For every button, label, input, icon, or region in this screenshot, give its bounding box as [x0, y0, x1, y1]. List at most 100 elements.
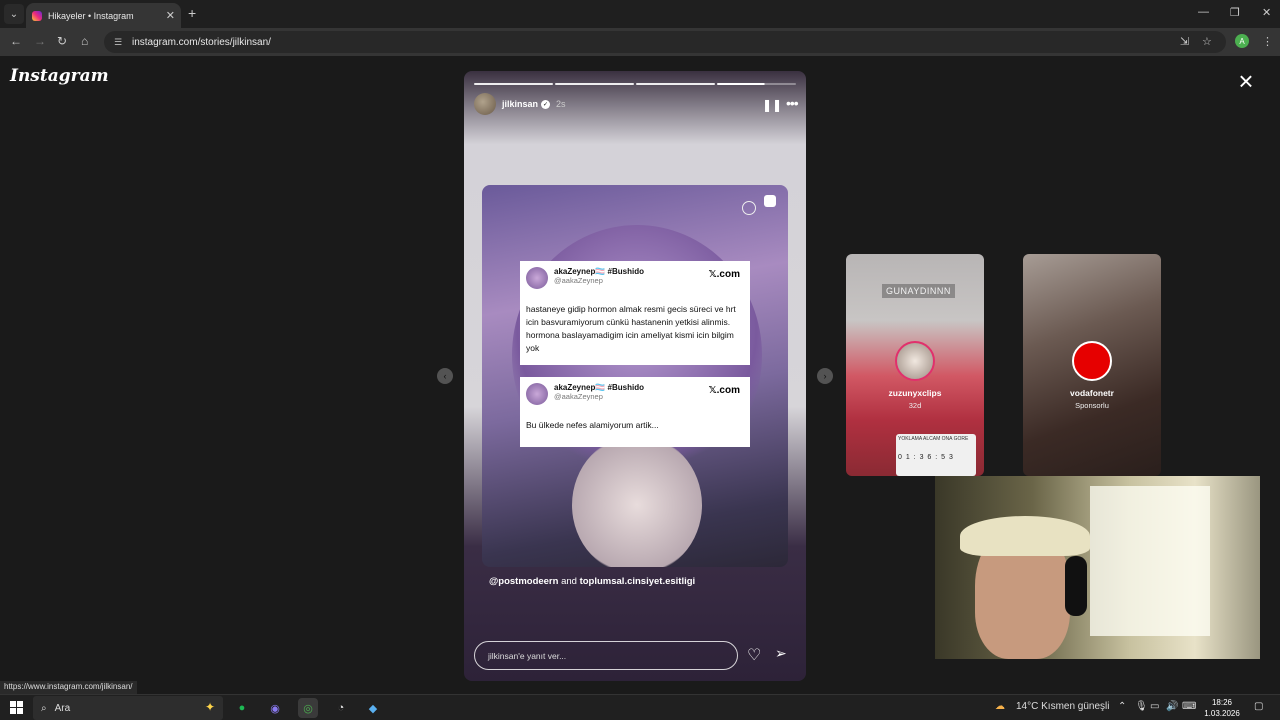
- tweet-avatar: [526, 383, 548, 405]
- windows-start-icon[interactable]: [10, 701, 23, 714]
- home-icon[interactable]: ⌂: [81, 34, 88, 48]
- windows-taskbar: ⌕ Ara ✦ ● ◉ ◎ ◔ ◆ ☁ 14°C Kısmen güneşli …: [0, 694, 1280, 720]
- discord-icon[interactable]: ◉: [265, 698, 285, 718]
- network-icon[interactable]: ▭: [1150, 701, 1159, 712]
- progress-segment: [474, 83, 553, 85]
- x-logo-icon: 𝕏.com: [708, 385, 740, 396]
- volume-icon[interactable]: 🔊: [1166, 701, 1178, 712]
- notifications-icon[interactable]: ▢: [1254, 701, 1263, 712]
- tray-chevron-icon[interactable]: ⌃: [1118, 701, 1126, 712]
- progress-segment: [555, 83, 634, 85]
- tab-search-button[interactable]: ⌄: [4, 4, 24, 24]
- anime-face: [572, 435, 702, 567]
- instagram-logo[interactable]: Instagram: [10, 66, 109, 86]
- tab-close-icon[interactable]: ✕: [166, 9, 175, 22]
- mention-link[interactable]: @postmodeern: [489, 576, 558, 587]
- weather-text[interactable]: 14°C Kısmen güneşli: [1016, 701, 1110, 712]
- new-tab-button[interactable]: +: [188, 5, 196, 21]
- tweet-card: akaZeynep🏳️‍⚧️ #Bushido @aakaZeynep 𝕏.co…: [520, 377, 750, 447]
- tweet-handle: @aakaZeynep: [554, 392, 603, 401]
- mention-link[interactable]: toplumsal.cinsiyet.esitligi: [580, 576, 696, 587]
- story-username[interactable]: jilkinsan: [502, 99, 538, 109]
- tab-title: Hikayeler • Instagram: [48, 10, 134, 21]
- clock-time: 18:26: [1211, 698, 1233, 707]
- tab-instagram-stories[interactable]: Hikayeler • Instagram ✕: [26, 3, 181, 28]
- sticker-title: YOKLAMA ALCAM ONA GORE: [898, 436, 969, 442]
- previous-story-icon[interactable]: ‹: [437, 368, 453, 384]
- multiple-images-icon: [764, 195, 776, 207]
- story-time: 2s: [556, 99, 566, 109]
- browser-menu-icon[interactable]: ⋮: [1262, 35, 1273, 48]
- close-story-icon[interactable]: ×: [1234, 68, 1258, 94]
- chrome-icon[interactable]: ◎: [298, 698, 318, 718]
- instagram-favicon-icon: [32, 10, 42, 21]
- spotify-icon[interactable]: ●: [232, 698, 252, 718]
- search-icon: ⌕: [41, 702, 47, 714]
- tweet-handle: @aakaZeynep: [554, 276, 603, 285]
- progress-segment: [636, 83, 715, 85]
- story-preview-zuzunyxclips[interactable]: GUNAYDINNN zuzunyxclips 32d YOKLAMA ALCA…: [846, 254, 984, 476]
- app-icon[interactable]: ◆: [363, 698, 383, 718]
- site-info-icon[interactable]: ☰: [112, 36, 124, 48]
- tweet-text: hastaneye gidip hormon almak resmi gecis…: [526, 304, 736, 353]
- clock-date: 1.03.2026: [1204, 709, 1240, 718]
- webcam-window-light: [1090, 486, 1210, 636]
- forward-icon[interactable]: →: [34, 34, 46, 48]
- webcam-headset: [1065, 556, 1087, 616]
- tweet-avatar: [526, 267, 548, 289]
- more-options-icon[interactable]: •••: [786, 95, 799, 111]
- tweet-card: akaZeynep🏳️‍⚧️ #Bushido @aakaZeynep 𝕏.co…: [520, 261, 750, 365]
- taskbar-clock[interactable]: 18:26 1.03.2026: [1200, 697, 1244, 719]
- active-story[interactable]: jilkinsan ✓ 2s ❚❚ ••• akaZeynep🏳️‍⚧️ #Bu…: [464, 71, 806, 681]
- close-window-icon[interactable]: ✕: [1262, 6, 1271, 19]
- preview-username: zuzunyxclips: [888, 388, 942, 398]
- address-url: instagram.com/stories/jilkinsan/: [132, 36, 271, 48]
- back-icon[interactable]: ←: [10, 34, 22, 48]
- progress-segment-current: [717, 83, 796, 85]
- obs-icon[interactable]: ◔: [331, 698, 351, 718]
- story-image: akaZeynep🏳️‍⚧️ #Bushido @aakaZeynep 𝕏.co…: [482, 185, 788, 567]
- mute-icon[interactable]: [742, 201, 756, 215]
- vodafone-logo-icon: [1072, 341, 1112, 381]
- restore-icon[interactable]: ❐: [1230, 6, 1240, 19]
- x-logo-icon: 𝕏.com: [708, 269, 740, 280]
- next-story-icon[interactable]: ›: [817, 368, 833, 384]
- story-reply-input[interactable]: jilkinsan'e yanıt ver...: [474, 641, 738, 670]
- search-highlight-icon: ✦: [204, 700, 215, 714]
- webcam-person-cap: [960, 516, 1090, 556]
- search-placeholder: Ara: [54, 702, 71, 714]
- link-status-bar: https://www.instagram.com/jilkinsan/: [0, 681, 137, 694]
- story-author-avatar[interactable]: [474, 93, 496, 115]
- install-app-icon[interactable]: ⇲: [1180, 35, 1189, 48]
- preview-sponsored: Sponsorlu: [1075, 401, 1109, 410]
- story-progress: [474, 83, 796, 85]
- like-heart-icon[interactable]: ♡: [747, 645, 761, 665]
- story-preview-vodafonetr[interactable]: vodafonetr Sponsorlu: [1023, 254, 1161, 476]
- browser-toolbar: ← → ↻ ⌂ ☰ instagram.com/stories/jilkinsa…: [0, 28, 1280, 56]
- preview-caption: GUNAYDINNN: [882, 284, 955, 298]
- story-header: jilkinsan ✓ 2s ❚❚ •••: [474, 93, 799, 115]
- reload-icon[interactable]: ↻: [57, 34, 67, 48]
- preview-time: 32d: [908, 401, 922, 410]
- story-mentions: @postmodeern and toplumsal.cinsiyet.esit…: [489, 576, 695, 587]
- preview-avatar: [895, 341, 935, 381]
- verified-badge-icon: ✓: [541, 99, 551, 109]
- pause-icon[interactable]: ❚❚: [762, 98, 782, 112]
- profile-avatar[interactable]: A: [1235, 34, 1249, 48]
- keyboard-icon[interactable]: ⌨: [1182, 701, 1196, 712]
- sticker-counter: 0 1 : 3 6 : 5 3: [898, 454, 954, 461]
- tab-strip: ⌄ Hikayeler • Instagram ✕ + — ❐ ✕: [0, 0, 1280, 28]
- tweet-name: akaZeynep🏳️‍⚧️ #Bushido: [554, 383, 644, 392]
- minimize-icon[interactable]: —: [1198, 6, 1209, 18]
- countdown-sticker: YOKLAMA ALCAM ONA GORE 0 1 : 3 6 : 5 3: [896, 434, 976, 476]
- preview-username: vodafonetr: [1070, 388, 1114, 398]
- microphone-icon[interactable]: 🎙: [1135, 701, 1148, 712]
- tweet-text: Bu ülkede nefes alamiyorum artik...: [526, 420, 659, 430]
- tweet-name: akaZeynep🏳️‍⚧️ #Bushido: [554, 267, 644, 276]
- address-bar[interactable]: ☰ instagram.com/stories/jilkinsan/: [104, 31, 1226, 53]
- taskbar-search[interactable]: ⌕ Ara ✦: [33, 696, 223, 720]
- send-icon[interactable]: ➢: [775, 645, 787, 662]
- weather-icon[interactable]: ☁: [995, 701, 1005, 712]
- bookmark-star-icon[interactable]: ☆: [1202, 35, 1212, 48]
- mention-join: and: [558, 576, 580, 587]
